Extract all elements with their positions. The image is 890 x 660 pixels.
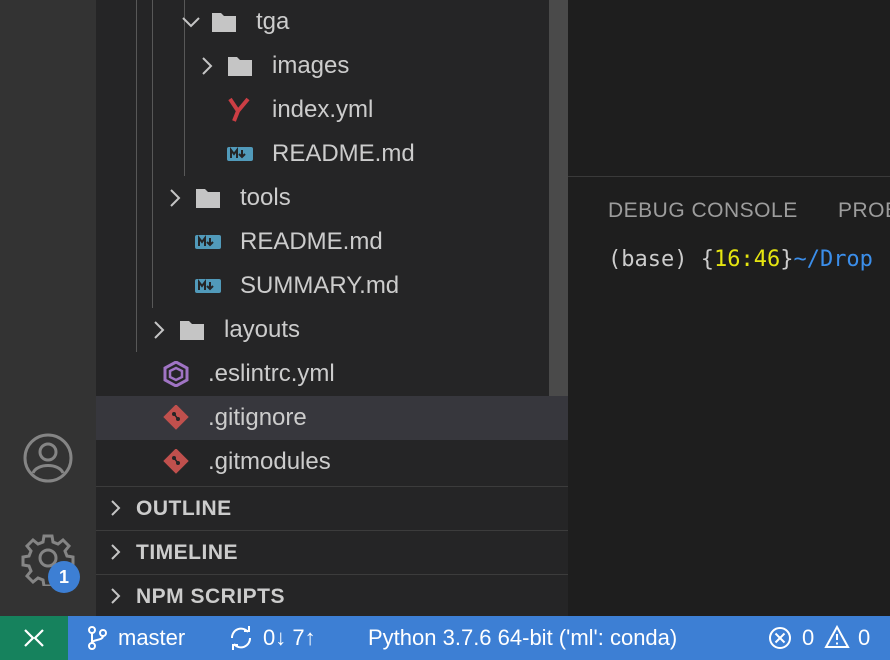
chevron-right-icon [154, 321, 165, 339]
tree-item-label: README.md [272, 140, 415, 167]
tree-folder-layouts[interactable]: layouts [96, 308, 568, 352]
error-icon [769, 627, 791, 649]
git-file-icon [163, 449, 189, 474]
warning-icon [824, 625, 850, 648]
chevron-right-icon [111, 500, 121, 516]
sync-status[interactable]: 0↓ 7↑ [228, 616, 348, 660]
branch-label: master [118, 625, 186, 650]
sync-counts: 0↓ 7↑ [263, 625, 316, 650]
warning-count: 0 [858, 625, 871, 650]
tree-item-label: layouts [224, 316, 301, 343]
git-branch-icon [88, 626, 107, 650]
remote-icon [24, 629, 44, 647]
chevron-down-icon [182, 17, 200, 28]
tree-folder-tools[interactable]: tools [96, 176, 568, 220]
folder-icon [180, 321, 204, 340]
account-icon[interactable] [20, 430, 76, 486]
section-title: NPM SCRIPTS [136, 585, 286, 608]
git-file-icon [163, 405, 189, 430]
tree-item-label: tga [256, 8, 290, 35]
eslint-file-icon [163, 361, 189, 387]
tree-item-label: .gitignore [208, 404, 307, 431]
terminal-prefix: (base) { [608, 247, 714, 272]
tree-item-label: index.yml [272, 96, 374, 123]
section-title: OUTLINE [136, 497, 232, 520]
tree-file-index-yml[interactable]: index.yml [96, 88, 568, 132]
notification-badge: 1 [48, 561, 80, 593]
tree-item-label: tools [240, 184, 291, 211]
folder-icon [196, 189, 220, 208]
tab-debug-console[interactable]: DEBUG CONSOLE [608, 199, 798, 223]
terminal-suffix: } [780, 247, 794, 272]
markdown-file-icon [227, 147, 253, 161]
tree-file-eslintrc[interactable]: .eslintrc.yml [96, 352, 568, 396]
tree-file-summary[interactable]: SUMMARY.md [96, 264, 568, 308]
tree-file-gitignore[interactable]: .gitignore [96, 396, 568, 440]
problems-status[interactable]: 0 0 [768, 616, 890, 660]
markdown-file-icon [195, 279, 221, 293]
section-npm-scripts[interactable]: NPM SCRIPTS [96, 574, 568, 618]
tree-item-label: SUMMARY.md [240, 272, 400, 299]
error-count: 0 [802, 625, 815, 650]
section-timeline[interactable]: TIMELINE [96, 530, 568, 574]
chevron-right-icon [111, 544, 121, 560]
chevron-right-icon [202, 57, 213, 75]
tree-item-label: .eslintrc.yml [208, 360, 335, 387]
tree-item-label: .gitmodules [208, 448, 331, 475]
tab-problems[interactable]: PROBL [838, 199, 890, 223]
terminal-time: 16:46 [713, 247, 781, 272]
terminal-prompt[interactable]: (base) {16:46}~/Drop [608, 247, 873, 272]
sync-icon [230, 626, 252, 650]
scrollbar-thumb[interactable] [549, 0, 568, 396]
activity-bar: 1 [0, 0, 96, 616]
remote-indicator[interactable] [0, 616, 68, 660]
folder-icon [228, 57, 252, 76]
tree-file-readme[interactable]: README.md [96, 220, 568, 264]
tree-item-label: images [272, 52, 350, 79]
status-bar: master 0↓ 7↑ Python 3.7.6 64-bit ('ml': … [0, 616, 890, 660]
yaml-file-icon [228, 97, 250, 122]
markdown-file-icon [195, 235, 221, 249]
section-title: TIMELINE [136, 541, 238, 564]
python-interpreter[interactable]: Python 3.7.6 64-bit ('ml': conda) [368, 616, 677, 660]
tree-file-readme[interactable]: README.md [96, 132, 568, 176]
folder-icon [212, 13, 236, 32]
bottom-panel: DEBUG CONSOLE PROBL (base) {16:46}~/Drop [568, 176, 890, 616]
terminal-path: ~/Drop [793, 247, 873, 272]
section-outline[interactable]: OUTLINE [96, 486, 568, 530]
chevron-right-icon [170, 189, 181, 207]
tree-folder-images[interactable]: images [96, 44, 568, 88]
tree-item-label: README.md [240, 228, 383, 255]
branch-status[interactable]: master [86, 616, 206, 660]
chevron-right-icon [111, 588, 121, 604]
tree-file-gitmodules[interactable]: .gitmodules [96, 440, 568, 484]
editor-area[interactable] [568, 0, 890, 176]
tree-folder-tga[interactable]: tga [96, 0, 568, 44]
